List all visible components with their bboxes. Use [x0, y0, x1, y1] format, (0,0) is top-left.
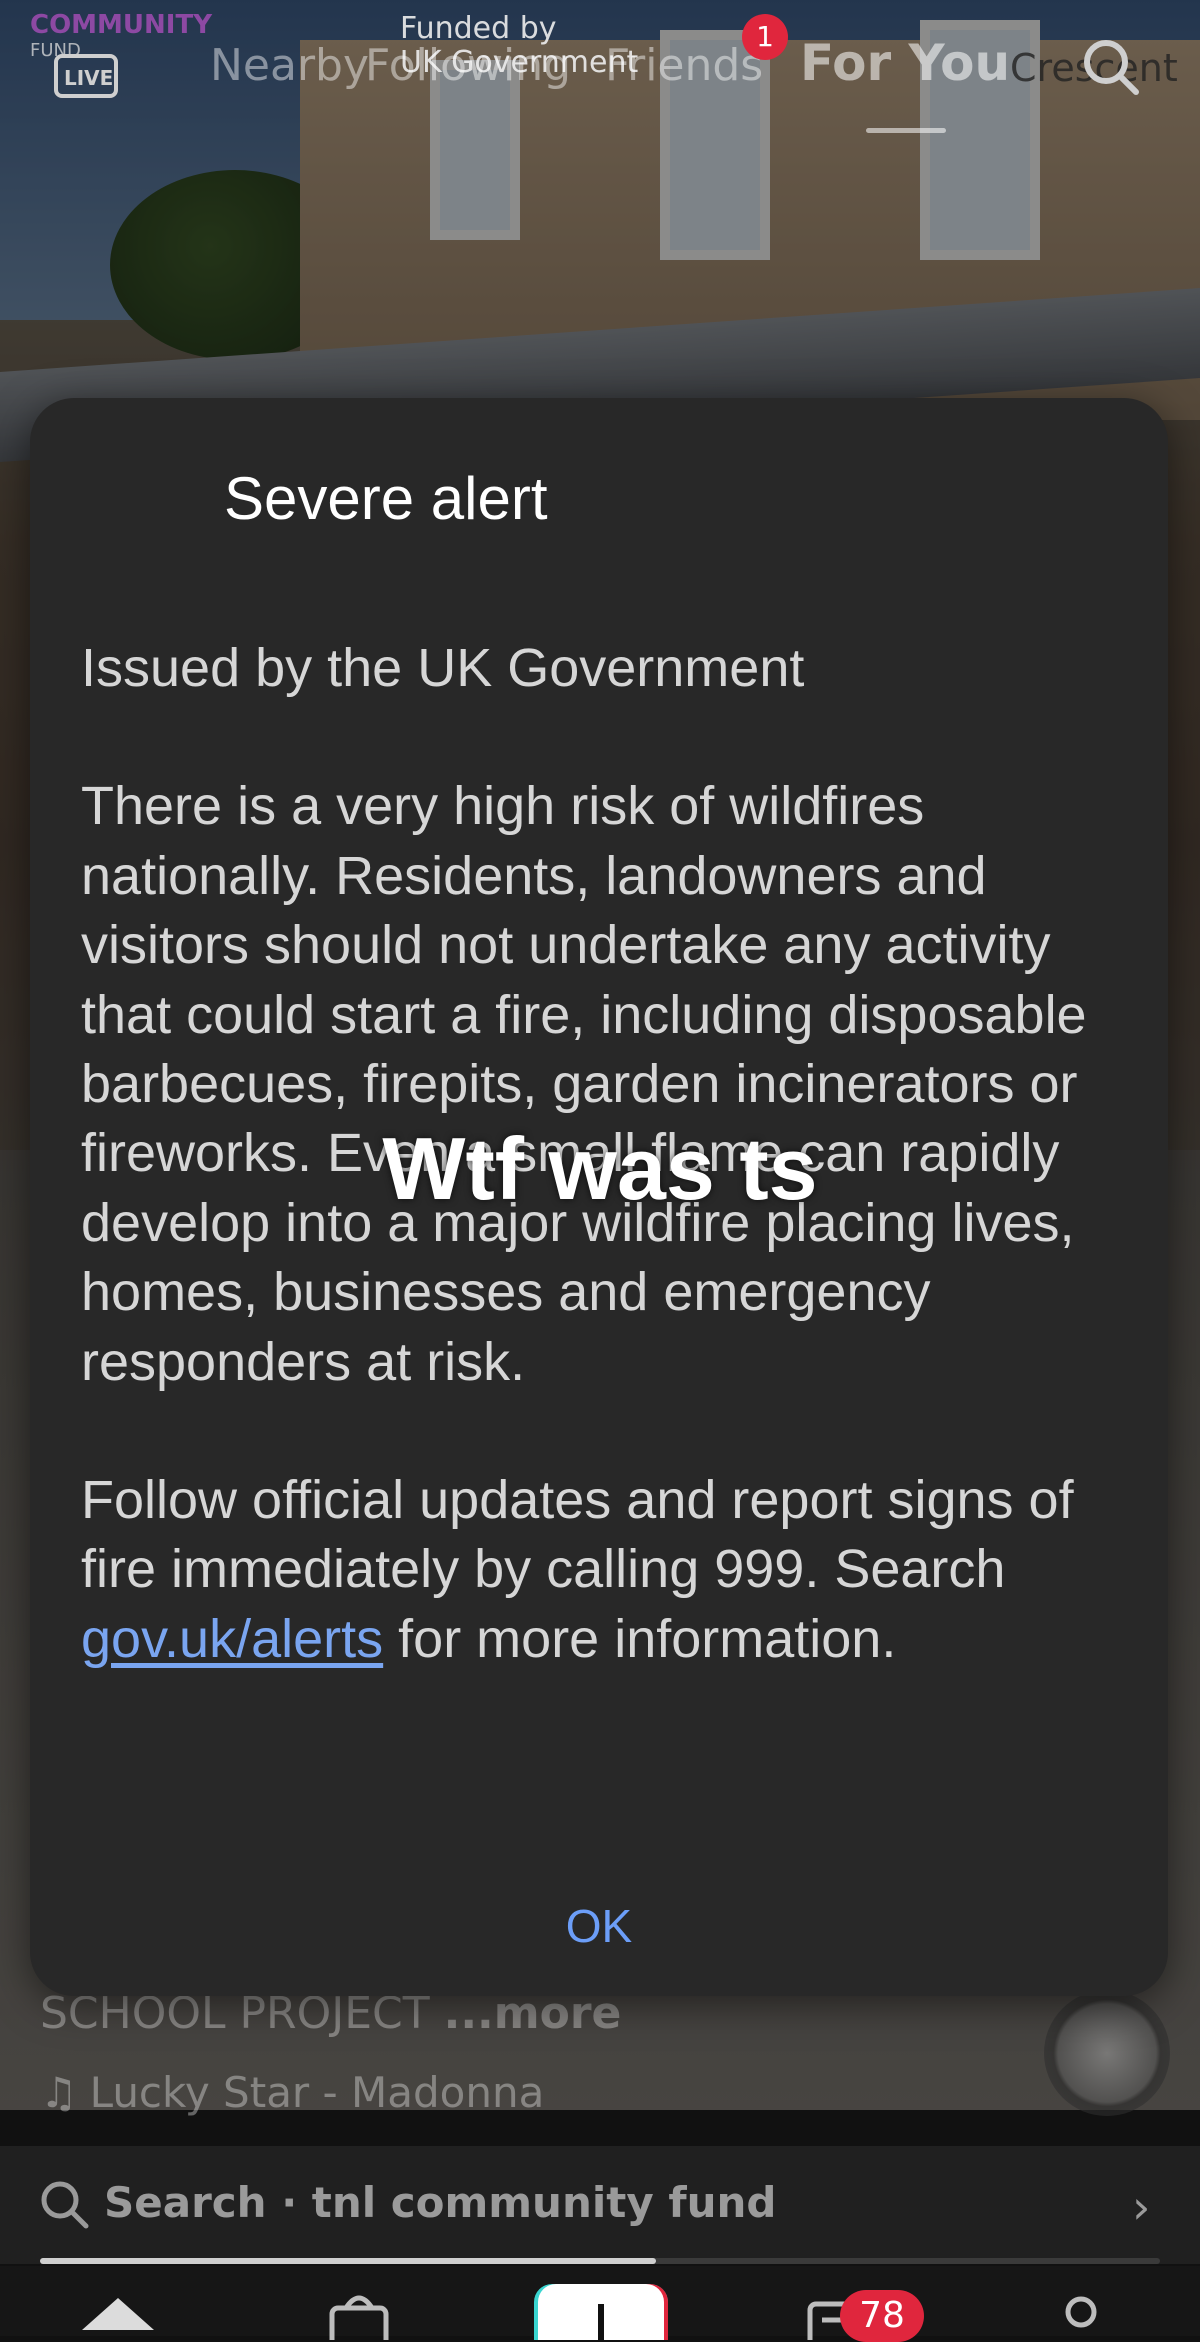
dialog-title: Severe alert: [224, 465, 548, 532]
alert-issuer: Issued by the UK Government: [81, 638, 805, 698]
community-fund-logo-text: COMMUNITY: [30, 10, 213, 40]
music-title: Lucky Star - Madonna: [89, 2068, 545, 2117]
search-icon[interactable]: [1080, 36, 1142, 98]
alert-paragraph-1: There is a very high risk of wildfires n…: [81, 776, 1087, 1392]
video-progress-bar[interactable]: [40, 2258, 1160, 2264]
tab-for-you[interactable]: For You: [800, 34, 1010, 92]
feed-tabs: Nearby Following Friends For You: [210, 30, 1010, 100]
create-button[interactable]: [528, 2284, 674, 2340]
bottom-nav: [0, 2266, 1200, 2340]
gov-alerts-link[interactable]: gov.uk/alerts: [81, 1609, 383, 1669]
search-icon: [41, 2181, 89, 2229]
album-disc-icon[interactable]: [1044, 1990, 1170, 2116]
friends-notification-badge: 1: [742, 14, 788, 60]
active-tab-indicator: [866, 128, 946, 133]
tab-friends[interactable]: Friends: [605, 40, 763, 91]
ok-button[interactable]: OK: [519, 1886, 679, 1966]
live-button[interactable]: LIVE: [50, 40, 124, 100]
tab-following[interactable]: Following: [365, 40, 571, 91]
chevron-right-icon: ›: [1132, 2180, 1151, 2234]
video-progress-fill: [40, 2258, 656, 2264]
music-row[interactable]: ♫ Lucky Star - Madonna: [40, 2068, 544, 2117]
video-caption: Wtf was ts: [382, 1119, 818, 1218]
inbox-badge: 78: [840, 2290, 924, 2342]
alert-paragraph-2-start: Follow official updates and report signs…: [81, 1470, 1074, 1600]
profile-icon[interactable]: [1056, 2290, 1106, 2340]
tab-nearby[interactable]: Nearby: [210, 40, 369, 91]
top-bar: COMMUNITY FUND LIVE Funded by UK Governm…: [0, 0, 1200, 140]
search-suggestion-text: Search · tnl community fund: [104, 2178, 777, 2227]
alert-paragraph-2-end: for more information.: [383, 1608, 897, 1669]
live-label: LIVE: [64, 66, 114, 90]
search-suggestion-bar[interactable]: Search · tnl community fund ›: [0, 2146, 1200, 2264]
home-icon[interactable]: [76, 2290, 160, 2340]
shop-icon[interactable]: [324, 2290, 394, 2340]
alert-paragraph-2: Follow official updates and report signs…: [81, 1466, 1141, 1674]
music-note-icon: ♫: [40, 2068, 78, 2117]
